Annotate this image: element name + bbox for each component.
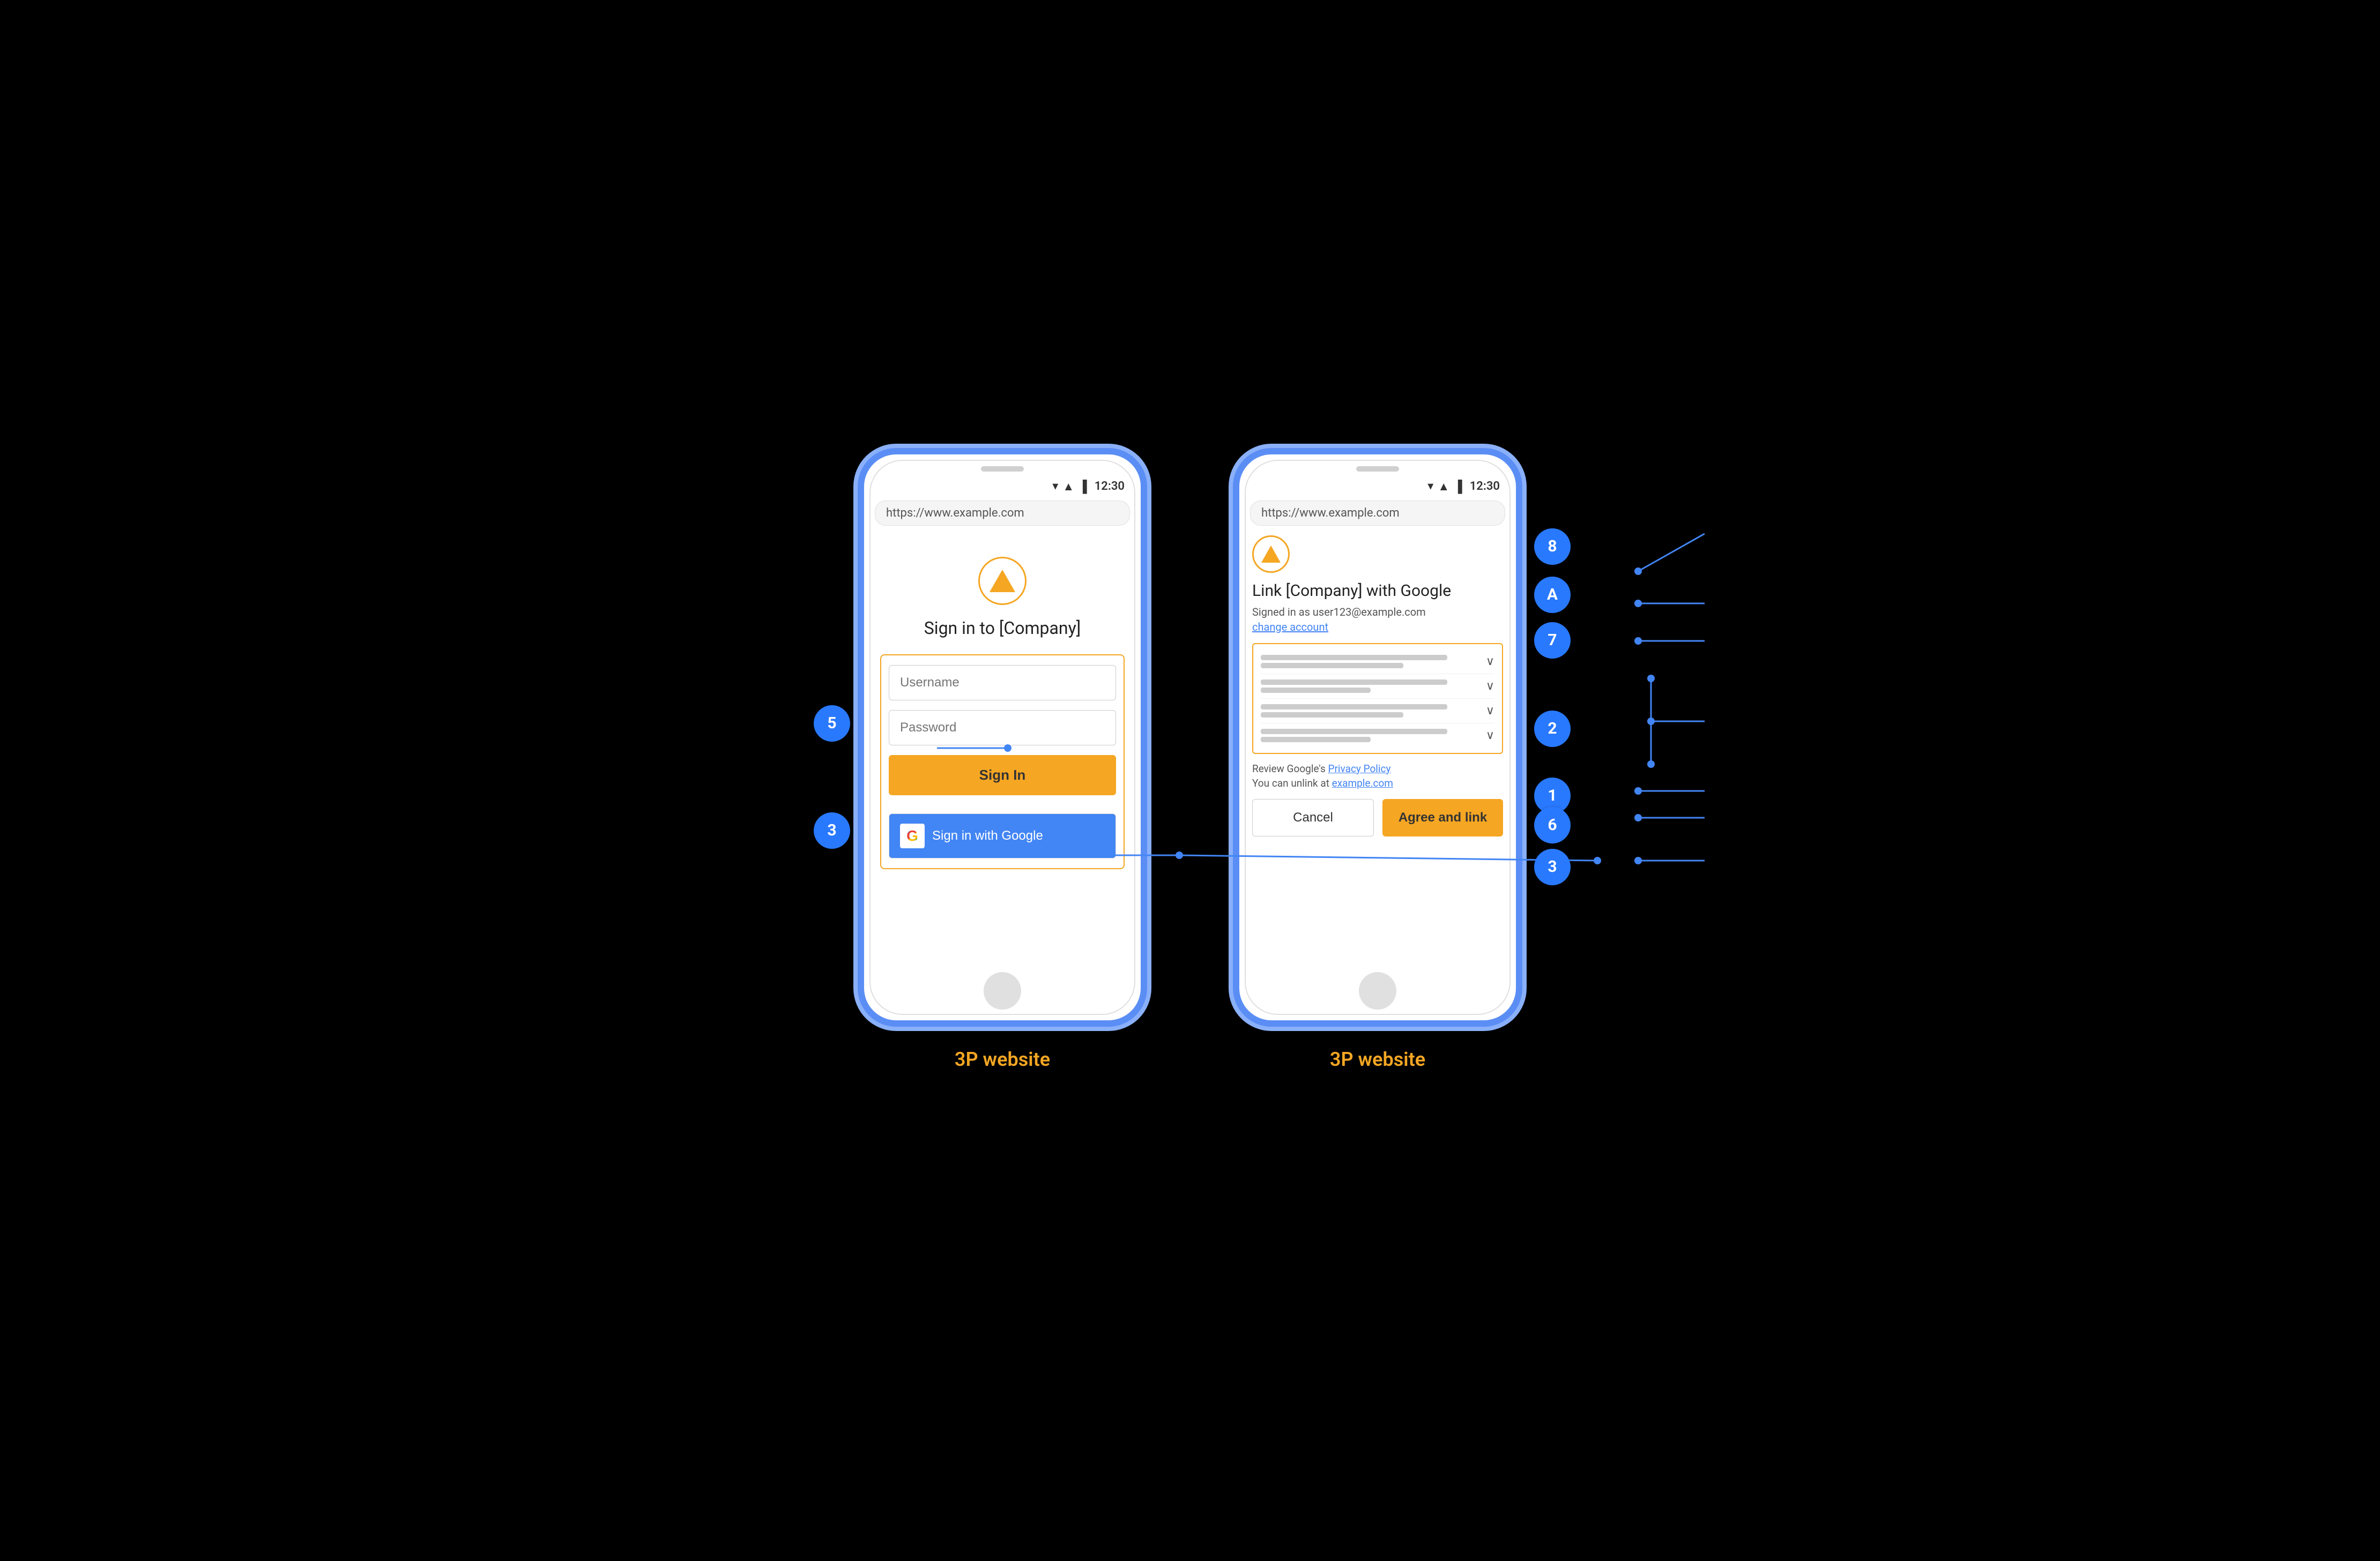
main-container: ▾ ▲ ▐ 12:30 https://www.example.com Sign…: [858, 448, 1522, 1071]
phone1-home-button[interactable]: [984, 972, 1021, 1010]
annotation-2: 2: [1534, 711, 1571, 747]
annotation-5: 5: [814, 705, 850, 742]
unlink-text: You can unlink at example.com: [1252, 777, 1503, 789]
cancel-button[interactable]: Cancel: [1252, 799, 1374, 836]
signal-icon2: ▲: [1438, 480, 1449, 494]
perm-line: [1261, 663, 1403, 668]
permission-row-3: ∨: [1261, 699, 1494, 723]
perm-line: [1261, 712, 1403, 718]
privacy-policy-link[interactable]: Privacy Policy: [1328, 763, 1391, 775]
sign-in-button[interactable]: Sign In: [889, 755, 1116, 795]
signed-in-text: Signed in as user123@example.com: [1252, 606, 1503, 618]
google-signin-button[interactable]: G Sign in with Google: [889, 813, 1116, 858]
phone2-wrapper: ▾ ▲ ▐ 12:30 https://www.example.com Link…: [1233, 448, 1522, 1071]
chevron-icon-1[interactable]: ∨: [1486, 655, 1494, 668]
phone2-logo-triangle: [1261, 546, 1281, 563]
annotation-6: 6: [1534, 807, 1571, 843]
chevron-icon-4[interactable]: ∨: [1486, 729, 1494, 742]
phone1-form-fields: Sign In G Sign in with Google: [880, 654, 1125, 869]
link-title: Link [Company] with Google: [1252, 581, 1503, 600]
unlink-link[interactable]: example.com: [1332, 777, 1393, 789]
policy-text: Review Google's Privacy Policy: [1252, 763, 1503, 775]
phone1-label: 3P website: [955, 1048, 1050, 1071]
phone2-status-icons: ▾ ▲ ▐ 12:30: [1427, 480, 1500, 494]
agree-link-button[interactable]: Agree and link: [1382, 799, 1503, 836]
phone2-address-bar[interactable]: https://www.example.com: [1250, 501, 1505, 526]
phone2-home-button[interactable]: [1359, 972, 1396, 1010]
phone2-status-bar: ▾ ▲ ▐ 12:30: [1239, 477, 1516, 496]
phone2-company-logo: [1252, 535, 1290, 573]
phone1-wrapper: ▾ ▲ ▐ 12:30 https://www.example.com Sign…: [858, 448, 1147, 1071]
google-icon: G: [900, 824, 925, 848]
diagrams-area: ▾ ▲ ▐ 12:30 https://www.example.com Sign…: [858, 448, 1522, 1071]
link-screen: Link [Company] with Google Signed in as …: [1252, 535, 1503, 836]
phone2-speaker: [1356, 466, 1399, 472]
username-input[interactable]: [889, 665, 1116, 700]
perm-lines-1: [1261, 655, 1481, 668]
phone1-address-bar[interactable]: https://www.example.com: [875, 501, 1130, 526]
permission-row-4: ∨: [1261, 723, 1494, 748]
phone1-speaker: [981, 466, 1024, 472]
phone1-logo-triangle: [990, 570, 1015, 592]
permission-items: ∨ ∨: [1252, 643, 1503, 754]
change-account-link[interactable]: change account: [1252, 621, 1328, 633]
phone2-label: 3P website: [1330, 1048, 1425, 1071]
wifi-icon2: ▾: [1427, 480, 1433, 493]
perm-line: [1261, 679, 1447, 685]
chevron-icon-2[interactable]: ∨: [1486, 679, 1494, 693]
perm-lines-3: [1261, 704, 1481, 718]
phone1-time: 12:30: [1095, 480, 1125, 493]
perm-line: [1261, 688, 1371, 693]
annotation-7: 7: [1534, 622, 1571, 659]
phone1-screen: Sign in to [Company] Sign In G Sign in w…: [864, 530, 1141, 961]
perm-line: [1261, 655, 1447, 660]
perm-lines-2: [1261, 679, 1481, 693]
signal-icon: ▲: [1062, 480, 1074, 494]
annotation-A: A: [1534, 577, 1571, 613]
phone1: ▾ ▲ ▐ 12:30 https://www.example.com Sign…: [858, 448, 1147, 1027]
battery-icon2: ▐: [1454, 480, 1462, 494]
phone2: ▾ ▲ ▐ 12:30 https://www.example.com Link…: [1233, 448, 1522, 1027]
annotation-8: 8: [1534, 528, 1571, 565]
perm-line: [1261, 704, 1447, 709]
phone1-status-bar: ▾ ▲ ▐ 12:30: [864, 477, 1141, 496]
google-signin-label: Sign in with Google: [932, 828, 1043, 843]
phone1-company-logo: [978, 557, 1027, 605]
chevron-icon-3[interactable]: ∨: [1486, 704, 1494, 718]
phone2-screen: Link [Company] with Google Signed in as …: [1239, 530, 1516, 961]
battery-icon: ▐: [1079, 480, 1087, 494]
phone1-signin-title: Sign in to [Company]: [924, 618, 1081, 638]
annotation-4: 3: [814, 812, 850, 849]
g-logo: G: [906, 827, 918, 845]
action-buttons: Cancel Agree and link: [1252, 799, 1503, 836]
perm-lines-4: [1261, 729, 1481, 742]
permission-row-1: ∨: [1261, 649, 1494, 674]
wifi-icon: ▾: [1052, 480, 1058, 493]
permission-row-2: ∨: [1261, 674, 1494, 699]
phone1-status-icons: ▾ ▲ ▐ 12:30: [1052, 480, 1125, 494]
perm-line: [1261, 737, 1371, 742]
annotation-3: 3: [1534, 849, 1571, 885]
perm-line: [1261, 729, 1447, 734]
password-input[interactable]: [889, 710, 1116, 745]
phone2-time: 12:30: [1470, 480, 1500, 493]
